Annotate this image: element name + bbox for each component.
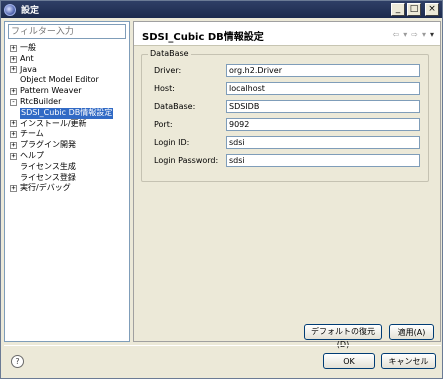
window-title: 設定 xyxy=(21,6,40,16)
login-password-field[interactable] xyxy=(226,153,420,167)
tree-item-label: ヘルプ xyxy=(20,150,44,160)
tree-item[interactable]: + Pattern Weaver xyxy=(10,86,128,97)
back-menu-icon[interactable]: ▾ xyxy=(403,30,407,39)
tree-item-label: 実行/デバッグ xyxy=(20,183,71,193)
preference-page: SDSI_Cubic DB情報設定 ⇦ ▾ ⇨ ▾ ▾ DataBase Dri… xyxy=(133,21,441,349)
tree-item-label: 一般 xyxy=(20,43,36,52)
tree-item[interactable]: + インストール/更新 xyxy=(10,119,128,130)
tree-item[interactable]: + プラグイン開発 xyxy=(10,140,128,151)
tree-item-label: ライセンス生成 xyxy=(20,161,76,171)
app-icon xyxy=(4,3,16,16)
page-navigation: ⇦ ▾ ⇨ ▾ ▾ xyxy=(393,30,434,39)
expand-icon[interactable]: + xyxy=(10,66,17,74)
database-field[interactable] xyxy=(226,99,420,113)
back-icon[interactable]: ⇦ xyxy=(393,30,400,39)
collapse-icon[interactable]: - xyxy=(10,98,17,106)
database-label: DataBase: xyxy=(154,101,196,111)
view-menu-icon[interactable]: ▾ xyxy=(430,30,434,39)
help-icon[interactable]: ? xyxy=(11,355,24,368)
group-title: DataBase xyxy=(148,49,191,58)
tree-item-label: SDSI_Cubic DB情報設定 xyxy=(20,107,114,119)
driver-field[interactable] xyxy=(226,63,420,77)
tree-item-selected[interactable]: SDSI_Cubic DB情報設定 xyxy=(10,107,128,119)
expand-icon[interactable]: + xyxy=(10,142,17,150)
driver-label: Driver: xyxy=(154,65,182,75)
login-password-label: Login Password: xyxy=(154,155,219,165)
login-password-row: Login Password: xyxy=(154,153,424,167)
login-id-label: Login ID: xyxy=(154,137,190,147)
tree-item[interactable]: - RtcBuilder xyxy=(10,97,128,108)
close-button[interactable]: × xyxy=(425,3,439,16)
tree-item-label: Pattern Weaver xyxy=(20,86,82,96)
tree-item-label: チーム xyxy=(20,129,44,139)
expand-icon[interactable]: + xyxy=(10,44,17,52)
tree-item-label: Java xyxy=(20,64,37,74)
minimize-button[interactable]: _ xyxy=(391,3,405,16)
filter-input[interactable] xyxy=(8,24,126,39)
port-field[interactable] xyxy=(226,117,420,131)
page-header: SDSI_Cubic DB情報設定 ⇦ ▾ ⇨ ▾ ▾ xyxy=(134,22,440,46)
host-row: Host: xyxy=(154,81,424,95)
port-label: Port: xyxy=(154,119,173,129)
driver-row: Driver: xyxy=(154,63,424,77)
expand-icon[interactable]: + xyxy=(10,120,17,128)
port-row: Port: xyxy=(154,117,424,131)
expand-icon[interactable]: + xyxy=(10,185,17,193)
host-field[interactable] xyxy=(226,81,420,95)
database-group: DataBase Driver: Host: DataBase: Port: L… xyxy=(141,49,429,182)
preferences-tree-pane: + 一般 + Ant + Java Object Model Editor + … xyxy=(4,21,130,342)
cancel-button[interactable]: キャンセル xyxy=(381,353,436,369)
login-id-field[interactable] xyxy=(226,135,420,149)
tree-item[interactable]: + Ant xyxy=(10,54,128,65)
footer-separator xyxy=(4,345,441,346)
forward-menu-icon[interactable]: ▾ xyxy=(422,30,426,39)
tree-item[interactable]: + 実行/デバッグ xyxy=(10,183,128,194)
forward-icon[interactable]: ⇨ xyxy=(411,30,418,39)
expand-icon[interactable]: + xyxy=(10,152,17,160)
database-row: DataBase: xyxy=(154,99,424,113)
tree-item-label: ライセンス登録 xyxy=(20,172,76,182)
tree-item-label: Object Model Editor xyxy=(20,75,99,85)
tree-item[interactable]: + チーム xyxy=(10,129,128,140)
tree-item[interactable]: ライセンス生成 xyxy=(10,162,128,173)
maximize-button[interactable]: □ xyxy=(407,3,421,16)
preferences-tree: + 一般 + Ant + Java Object Model Editor + … xyxy=(10,43,128,194)
expand-icon[interactable]: + xyxy=(10,88,17,96)
apply-button[interactable]: 適用(A) xyxy=(389,324,434,340)
tree-item[interactable]: + Java xyxy=(10,65,128,76)
tree-item[interactable]: Object Model Editor xyxy=(10,75,128,86)
title-bar: 設定 _ □ × xyxy=(1,1,442,18)
expand-icon[interactable]: + xyxy=(10,131,17,139)
window-controls: _ □ × xyxy=(391,3,439,16)
tree-item[interactable]: + ヘルプ xyxy=(10,151,128,162)
expand-icon[interactable]: + xyxy=(10,55,17,63)
tree-item[interactable]: + 一般 xyxy=(10,43,128,54)
restore-defaults-button[interactable]: デフォルトの復元(D) xyxy=(304,324,382,349)
tree-item-label: プラグイン開発 xyxy=(20,140,76,150)
tree-item[interactable]: ライセンス登録 xyxy=(10,173,128,184)
ok-button[interactable]: OK xyxy=(323,353,375,369)
page-title: SDSI_Cubic DB情報設定 xyxy=(142,32,264,43)
host-label: Host: xyxy=(154,83,175,93)
login-id-row: Login ID: xyxy=(154,135,424,149)
tree-item-label: インストール/更新 xyxy=(20,118,87,128)
tree-item-label: Ant xyxy=(20,53,34,63)
tree-item-label: RtcBuilder xyxy=(20,96,62,106)
preferences-window: 設定 _ □ × + 一般 + Ant + Java Object Model … xyxy=(0,0,443,379)
